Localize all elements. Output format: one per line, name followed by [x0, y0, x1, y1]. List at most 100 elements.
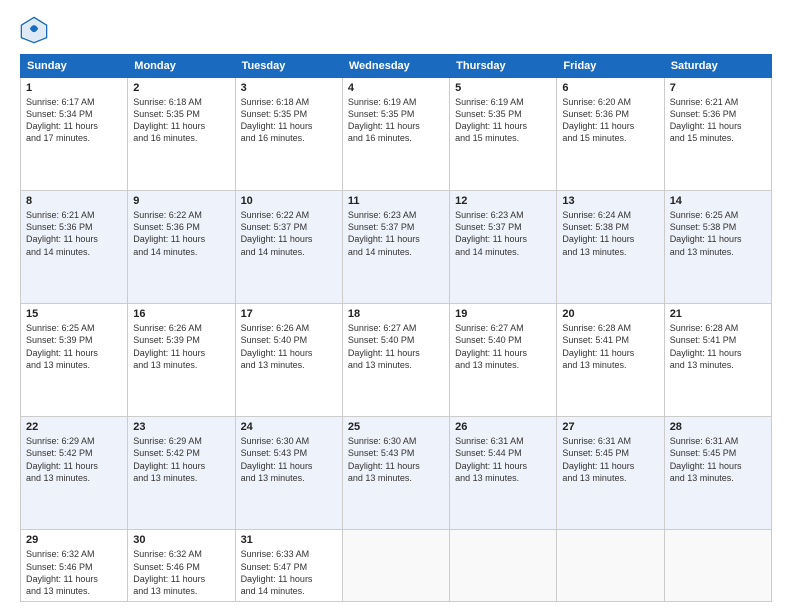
day-number: 15 — [26, 308, 122, 320]
day-number: 10 — [241, 195, 337, 207]
cell-info: Sunrise: 6:28 AMSunset: 5:41 PMDaylight:… — [562, 322, 658, 371]
calendar-week-5: 29 Sunrise: 6:32 AMSunset: 5:46 PMDayligh… — [21, 530, 772, 602]
day-number: 11 — [348, 195, 444, 207]
page: SundayMondayTuesdayWednesdayThursdayFrid… — [0, 0, 792, 612]
day-number: 6 — [562, 82, 658, 94]
cell-info: Sunrise: 6:23 AMSunset: 5:37 PMDaylight:… — [455, 209, 551, 258]
cell-info: Sunrise: 6:32 AMSunset: 5:46 PMDaylight:… — [26, 548, 122, 597]
day-number: 13 — [562, 195, 658, 207]
calendar-cell: 10Sunrise: 6:22 AMSunset: 5:37 PMDayligh… — [235, 191, 342, 304]
day-number: 14 — [670, 195, 766, 207]
weekday-header-thursday: Thursday — [450, 55, 557, 78]
day-number: 5 — [455, 82, 551, 94]
cell-info: Sunrise: 6:31 AMSunset: 5:44 PMDaylight:… — [455, 435, 551, 484]
day-number: 12 — [455, 195, 551, 207]
day-number: 31 — [241, 534, 337, 546]
day-number: 27 — [562, 421, 658, 433]
cell-info: Sunrise: 6:27 AMSunset: 5:40 PMDaylight:… — [348, 322, 444, 371]
cell-info: Sunrise: 6:18 AMSunset: 5:35 PMDaylight:… — [241, 96, 337, 145]
weekday-header-wednesday: Wednesday — [342, 55, 449, 78]
cell-info: Sunrise: 6:18 AMSunset: 5:35 PMDaylight:… — [133, 96, 229, 145]
calendar-cell: 16 Sunrise: 6:26 AMSunset: 5:39 PMDayligh… — [128, 304, 235, 417]
day-number: 7 — [670, 82, 766, 94]
cell-info: Sunrise: 6:30 AMSunset: 5:43 PMDaylight:… — [348, 435, 444, 484]
cell-info: Sunrise: 6:22 AMSunset: 5:36 PMDaylight:… — [133, 209, 229, 258]
day-number: 4 — [348, 82, 444, 94]
calendar-table: SundayMondayTuesdayWednesdayThursdayFrid… — [20, 54, 772, 602]
calendar-cell: 7Sunrise: 6:21 AMSunset: 5:36 PMDaylight… — [664, 78, 771, 191]
calendar-cell: 19 Sunrise: 6:27 AMSunset: 5:40 PMDayligh… — [450, 304, 557, 417]
calendar-cell: 9Sunrise: 6:22 AMSunset: 5:36 PMDaylight… — [128, 191, 235, 304]
calendar-cell: 3 Sunrise: 6:18 AMSunset: 5:35 PMDaylight… — [235, 78, 342, 191]
weekday-header-friday: Friday — [557, 55, 664, 78]
cell-info: Sunrise: 6:26 AMSunset: 5:40 PMDaylight:… — [241, 322, 337, 371]
day-number: 3 — [241, 82, 337, 94]
cell-info: Sunrise: 6:24 AMSunset: 5:38 PMDaylight:… — [562, 209, 658, 258]
cell-info: Sunrise: 6:25 AMSunset: 5:38 PMDaylight:… — [670, 209, 766, 258]
calendar-cell: 25 Sunrise: 6:30 AMSunset: 5:43 PMDayligh… — [342, 417, 449, 530]
header — [20, 16, 772, 44]
calendar-cell — [342, 530, 449, 602]
calendar-cell: 8Sunrise: 6:21 AMSunset: 5:36 PMDaylight… — [21, 191, 128, 304]
calendar-week-3: 15 Sunrise: 6:25 AMSunset: 5:39 PMDayligh… — [21, 304, 772, 417]
logo — [20, 16, 52, 44]
calendar-cell: 20Sunrise: 6:28 AMSunset: 5:41 PMDayligh… — [557, 304, 664, 417]
calendar-cell: 13 Sunrise: 6:24 AMSunset: 5:38 PMDayligh… — [557, 191, 664, 304]
cell-info: Sunrise: 6:31 AMSunset: 5:45 PMDaylight:… — [670, 435, 766, 484]
day-number: 25 — [348, 421, 444, 433]
calendar-cell: 12 Sunrise: 6:23 AMSunset: 5:37 PMDayligh… — [450, 191, 557, 304]
cell-info: Sunrise: 6:29 AMSunset: 5:42 PMDaylight:… — [26, 435, 122, 484]
day-number: 29 — [26, 534, 122, 546]
cell-info: Sunrise: 6:28 AMSunset: 5:41 PMDaylight:… — [670, 322, 766, 371]
calendar-cell: 24Sunrise: 6:30 AMSunset: 5:43 PMDayligh… — [235, 417, 342, 530]
cell-info: Sunrise: 6:33 AMSunset: 5:47 PMDaylight:… — [241, 548, 337, 597]
day-number: 23 — [133, 421, 229, 433]
calendar-cell: 27 Sunrise: 6:31 AMSunset: 5:45 PMDayligh… — [557, 417, 664, 530]
calendar-cell — [450, 530, 557, 602]
calendar-cell: 18Sunrise: 6:27 AMSunset: 5:40 PMDayligh… — [342, 304, 449, 417]
day-number: 17 — [241, 308, 337, 320]
calendar-cell: 29 Sunrise: 6:32 AMSunset: 5:46 PMDayligh… — [21, 530, 128, 602]
calendar-cell: 14 Sunrise: 6:25 AMSunset: 5:38 PMDayligh… — [664, 191, 771, 304]
day-number: 21 — [670, 308, 766, 320]
calendar-cell: 30 Sunrise: 6:32 AMSunset: 5:46 PMDayligh… — [128, 530, 235, 602]
cell-info: Sunrise: 6:26 AMSunset: 5:39 PMDaylight:… — [133, 322, 229, 371]
cell-info: Sunrise: 6:20 AMSunset: 5:36 PMDaylight:… — [562, 96, 658, 145]
calendar-week-4: 22 Sunrise: 6:29 AMSunset: 5:42 PMDayligh… — [21, 417, 772, 530]
weekday-header-saturday: Saturday — [664, 55, 771, 78]
cell-info: Sunrise: 6:19 AMSunset: 5:35 PMDaylight:… — [455, 96, 551, 145]
calendar-week-1: 1 Sunrise: 6:17 AMSunset: 5:34 PMDaylight… — [21, 78, 772, 191]
calendar-cell: 4 Sunrise: 6:19 AMSunset: 5:35 PMDaylight… — [342, 78, 449, 191]
logo-icon — [20, 16, 48, 44]
calendar-cell — [664, 530, 771, 602]
cell-info: Sunrise: 6:32 AMSunset: 5:46 PMDaylight:… — [133, 548, 229, 597]
calendar-cell: 17 Sunrise: 6:26 AMSunset: 5:40 PMDayligh… — [235, 304, 342, 417]
weekday-header-monday: Monday — [128, 55, 235, 78]
calendar-cell: 2 Sunrise: 6:18 AMSunset: 5:35 PMDaylight… — [128, 78, 235, 191]
day-number: 28 — [670, 421, 766, 433]
cell-info: Sunrise: 6:25 AMSunset: 5:39 PMDaylight:… — [26, 322, 122, 371]
cell-info: Sunrise: 6:27 AMSunset: 5:40 PMDaylight:… — [455, 322, 551, 371]
calendar-cell: 15 Sunrise: 6:25 AMSunset: 5:39 PMDayligh… — [21, 304, 128, 417]
calendar-cell: 26Sunrise: 6:31 AMSunset: 5:44 PMDayligh… — [450, 417, 557, 530]
cell-info: Sunrise: 6:19 AMSunset: 5:35 PMDaylight:… — [348, 96, 444, 145]
day-number: 30 — [133, 534, 229, 546]
calendar-cell: 11 Sunrise: 6:23 AMSunset: 5:37 PMDayligh… — [342, 191, 449, 304]
day-number: 16 — [133, 308, 229, 320]
calendar-cell: 5 Sunrise: 6:19 AMSunset: 5:35 PMDaylight… — [450, 78, 557, 191]
calendar-cell: 31 Sunrise: 6:33 AMSunset: 5:47 PMDayligh… — [235, 530, 342, 602]
cell-info: Sunrise: 6:23 AMSunset: 5:37 PMDaylight:… — [348, 209, 444, 258]
day-number: 22 — [26, 421, 122, 433]
calendar-cell: 21 Sunrise: 6:28 AMSunset: 5:41 PMDayligh… — [664, 304, 771, 417]
day-number: 19 — [455, 308, 551, 320]
calendar-header-row: SundayMondayTuesdayWednesdayThursdayFrid… — [21, 55, 772, 78]
day-number: 2 — [133, 82, 229, 94]
cell-info: Sunrise: 6:31 AMSunset: 5:45 PMDaylight:… — [562, 435, 658, 484]
cell-info: Sunrise: 6:17 AMSunset: 5:34 PMDaylight:… — [26, 96, 122, 145]
day-number: 1 — [26, 82, 122, 94]
calendar-cell: 6 Sunrise: 6:20 AMSunset: 5:36 PMDaylight… — [557, 78, 664, 191]
calendar-cell: 28 Sunrise: 6:31 AMSunset: 5:45 PMDayligh… — [664, 417, 771, 530]
calendar-cell: 22 Sunrise: 6:29 AMSunset: 5:42 PMDayligh… — [21, 417, 128, 530]
calendar-cell: 23Sunrise: 6:29 AMSunset: 5:42 PMDayligh… — [128, 417, 235, 530]
day-number: 8 — [26, 195, 122, 207]
